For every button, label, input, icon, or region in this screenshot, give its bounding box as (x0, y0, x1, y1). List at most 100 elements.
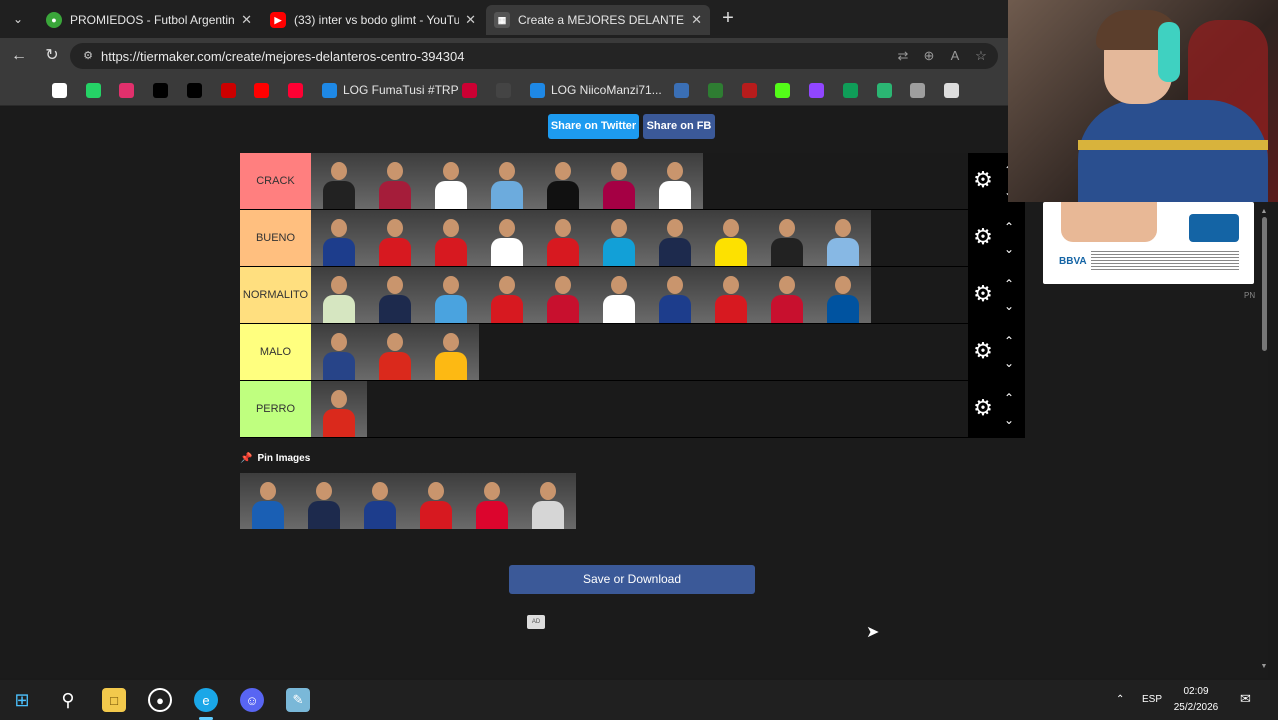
player-image[interactable] (647, 210, 703, 266)
player-image[interactable] (535, 267, 591, 323)
bookmark-sheets[interactable] (843, 82, 858, 98)
player-image[interactable] (591, 210, 647, 266)
player-image[interactable] (311, 267, 367, 323)
bookmark-ball[interactable] (708, 82, 723, 98)
move-tier-down-icon[interactable]: ⌄ (1000, 242, 1018, 256)
pinned-player-image[interactable] (464, 473, 520, 529)
player-image[interactable] (479, 210, 535, 266)
save-download-button[interactable]: Save or Download (509, 565, 755, 594)
player-image[interactable] (703, 210, 759, 266)
address-bar[interactable]: ⚙ https://tiermaker.com/create/mejores-d… (70, 43, 998, 69)
tab-search-chevron-icon[interactable]: ⌄ (6, 8, 30, 30)
player-image[interactable] (759, 267, 815, 323)
pinned-player-image[interactable] (296, 473, 352, 529)
close-tab-icon[interactable]: ✕ (465, 12, 476, 28)
player-image[interactable] (535, 210, 591, 266)
bookmark-twitch[interactable] (809, 82, 824, 98)
site-info-icon[interactable]: ⚙ (80, 48, 96, 64)
url-text[interactable]: https://tiermaker.com/create/mejores-del… (101, 49, 464, 64)
pinned-player-image[interactable] (240, 473, 296, 529)
clock[interactable]: 02:09 25/2/2026 (1166, 684, 1226, 716)
windows-start-icon[interactable]: ⊞ (10, 688, 34, 712)
tier-settings-gear-icon[interactable]: ⚙ (972, 226, 994, 248)
tier-label[interactable]: CRACK (240, 153, 311, 209)
player-image[interactable] (367, 153, 423, 209)
move-tier-down-icon[interactable]: ⌄ (1000, 413, 1018, 427)
tier-drop-zone[interactable] (311, 324, 968, 380)
tier-label[interactable]: BUENO (240, 210, 311, 266)
move-tier-down-icon[interactable]: ⌄ (1000, 299, 1018, 313)
notes-icon[interactable]: ✎ (286, 688, 310, 712)
player-image[interactable] (479, 267, 535, 323)
bookmark-flag[interactable] (944, 82, 959, 98)
move-tier-up-icon[interactable]: ⌃ (1000, 391, 1018, 405)
bookmark-diamond[interactable] (462, 82, 477, 98)
tab-tiermaker[interactable]: ▦ Create a MEJORES DELANTEROS C ✕ (486, 5, 710, 35)
tier-settings-gear-icon[interactable]: ⚙ (972, 283, 994, 305)
bookmark-log[interactable]: LOG NiicoManzi71... (530, 82, 662, 98)
player-image[interactable] (703, 267, 759, 323)
close-tab-icon[interactable]: ✕ (241, 12, 252, 28)
player-image[interactable] (535, 153, 591, 209)
discord-icon[interactable]: ☺ (240, 688, 264, 712)
search-icon[interactable]: ⚲ (56, 688, 80, 712)
tier-settings-gear-icon[interactable]: ⚙ (972, 169, 994, 191)
tab-promiedos[interactable]: ● PROMIEDOS - Futbol Argentino - ✕ (38, 5, 260, 35)
bookmark-tiktok[interactable] (187, 82, 202, 98)
zoom-icon[interactable]: ⊕ (920, 48, 938, 64)
tier-label[interactable]: NORMALITO (240, 267, 311, 323)
tier-drop-zone[interactable] (311, 210, 968, 266)
share-fb-button[interactable]: Share on FB (643, 114, 715, 139)
notifications-icon[interactable]: ✉ (1240, 691, 1251, 707)
player-image[interactable] (759, 210, 815, 266)
player-image[interactable] (647, 153, 703, 209)
pinned-player-image[interactable] (352, 473, 408, 529)
obs-icon[interactable]: ● (148, 688, 172, 712)
bookmark-globe[interactable] (910, 82, 925, 98)
bookmark-youtube[interactable] (254, 82, 269, 98)
bookmark-x[interactable] (153, 82, 168, 98)
player-image[interactable] (815, 267, 871, 323)
bookmark-dot[interactable] (742, 82, 757, 98)
player-image[interactable] (647, 267, 703, 323)
move-tier-up-icon[interactable]: ⌃ (1000, 220, 1018, 234)
bookmark-instagram[interactable] (119, 82, 134, 98)
tier-label[interactable]: MALO (240, 324, 311, 380)
bookmark-kick[interactable] (775, 82, 790, 98)
player-image[interactable] (423, 210, 479, 266)
back-icon[interactable]: ← (8, 46, 30, 66)
tier-settings-gear-icon[interactable]: ⚙ (972, 397, 994, 419)
tier-settings-gear-icon[interactable]: ⚙ (972, 340, 994, 362)
player-image[interactable] (311, 324, 367, 380)
player-image[interactable] (367, 267, 423, 323)
player-image[interactable] (311, 210, 367, 266)
player-image[interactable] (815, 210, 871, 266)
player-image[interactable] (479, 153, 535, 209)
bookmark-log[interactable]: LOG FumaTusi #TRP (322, 82, 459, 98)
pinned-player-image[interactable] (408, 473, 464, 529)
bookmark-chatgpt[interactable] (496, 82, 511, 98)
reload-icon[interactable]: ↻ (41, 46, 63, 66)
bookmark-whatsapp[interactable] (86, 82, 101, 98)
player-image[interactable] (423, 153, 479, 209)
bookmark-b[interactable] (877, 82, 892, 98)
scroll-up-icon[interactable]: ▲ (1260, 208, 1268, 216)
edge-icon[interactable]: e (194, 688, 218, 712)
tab-youtube[interactable]: ▶ (33) inter vs bodo glimt - YouTube ✕ (262, 5, 484, 35)
share-twitter-button[interactable]: Share on Twitter (548, 114, 639, 139)
player-image[interactable] (311, 153, 367, 209)
move-tier-down-icon[interactable]: ⌄ (1000, 356, 1018, 370)
favorite-star-icon[interactable]: ☆ (972, 48, 990, 64)
move-tier-up-icon[interactable]: ⌃ (1000, 334, 1018, 348)
player-image[interactable] (311, 381, 367, 437)
bookmark-google[interactable] (52, 82, 67, 98)
scroll-down-icon[interactable]: ▼ (1260, 663, 1268, 671)
bookmark-grid[interactable] (674, 82, 689, 98)
new-tab-icon[interactable]: + (716, 7, 740, 31)
tier-drop-zone[interactable] (311, 381, 968, 437)
tray-chevron-icon[interactable]: ⌃ (1116, 694, 1124, 705)
bookmark-youtube-music[interactable] (288, 82, 303, 98)
close-tab-icon[interactable]: ✕ (691, 12, 702, 28)
player-image[interactable] (423, 267, 479, 323)
pinned-player-image[interactable] (520, 473, 576, 529)
